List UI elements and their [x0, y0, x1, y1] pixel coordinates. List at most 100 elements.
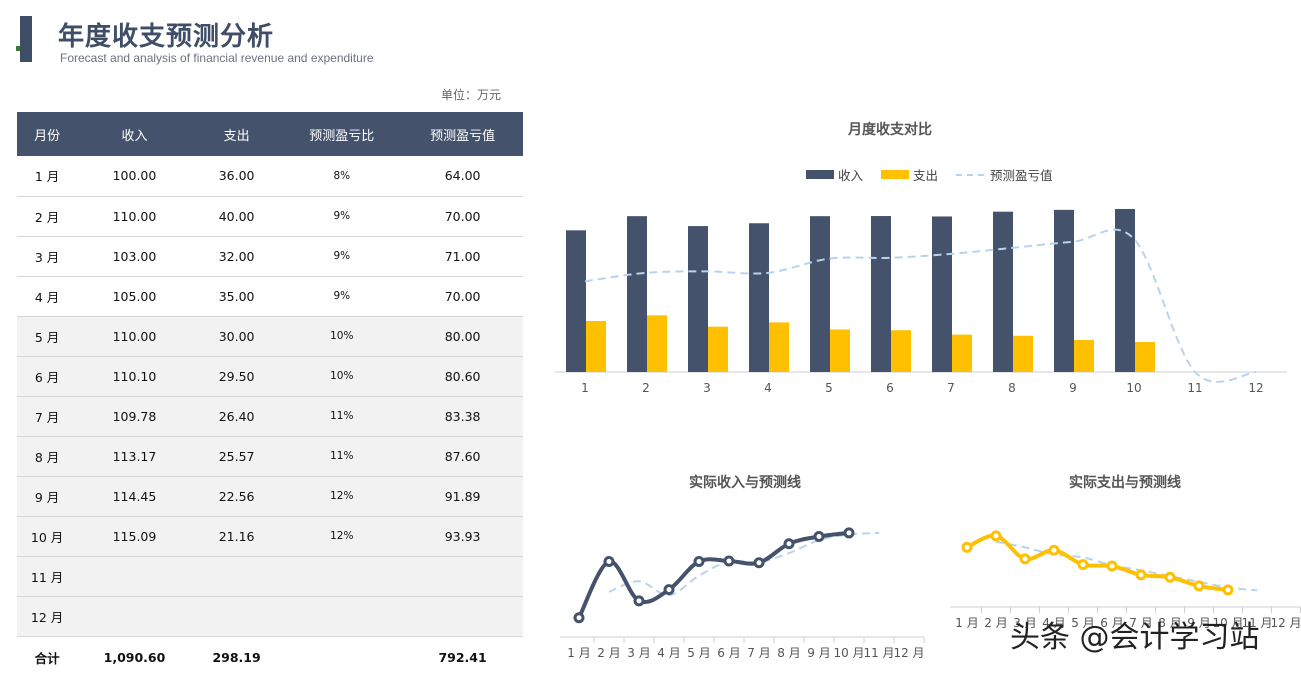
- table-row: 8 月 113.17 25.57 11% 87.60: [17, 436, 523, 477]
- data-point: [1077, 559, 1089, 571]
- x-tick-label: 4: [764, 381, 772, 395]
- x-tick-label: 2: [642, 381, 650, 395]
- cell-income: 105.00: [77, 276, 192, 317]
- x-tick-label: 12: [1248, 381, 1263, 395]
- col-header-ratio: 预测盈亏比: [281, 112, 403, 156]
- cell-income: 110.00: [77, 316, 192, 357]
- cell-value: 70.00: [402, 276, 523, 317]
- expense-bar: [647, 315, 667, 372]
- col-header-value: 预测盈亏值: [402, 112, 523, 156]
- cell-month: 1 月: [17, 156, 78, 197]
- table-row: 9 月 114.45 22.56 12% 91.89: [17, 476, 523, 517]
- x-tick-label: 7: [947, 381, 955, 395]
- x-tick-label: 5 月: [687, 646, 710, 660]
- data-point: [723, 555, 735, 567]
- cell-value: 80.60: [402, 356, 523, 397]
- forecast-table: 月份 收入 支出 预测盈亏比 预测盈亏值 1 月 100.00 36.00 8% 64.…: [17, 112, 523, 678]
- legend-item-expense: 支出: [881, 165, 938, 184]
- cell-value: 83.38: [402, 396, 523, 437]
- x-tick-label: 2 月: [597, 646, 620, 660]
- cell-month: 11 月: [17, 556, 78, 597]
- cell-month: 6 月: [17, 356, 78, 397]
- cell-income: [77, 596, 192, 637]
- cell-ratio: 11%: [281, 396, 403, 437]
- data-point: [693, 556, 705, 568]
- table-row: 12 月: [17, 596, 523, 637]
- x-tick-label: 6: [886, 381, 894, 395]
- cell-month: 4 月: [17, 276, 78, 317]
- cell-month: 7 月: [17, 396, 78, 437]
- cell-month: 10 月: [17, 516, 78, 557]
- x-tick-label: 10: [1126, 381, 1141, 395]
- data-point: [753, 557, 765, 569]
- cell-value: 80.00: [402, 316, 523, 357]
- data-point: [1164, 571, 1176, 583]
- x-tick-label: 3: [703, 381, 711, 395]
- legend-swatch-expense: [881, 170, 910, 179]
- cell-income: 103.00: [77, 236, 192, 277]
- table-row: 10 月 115.09 21.16 12% 93.93: [17, 516, 523, 557]
- cell-expense: 30.00: [191, 316, 282, 357]
- income-bar: [688, 226, 708, 372]
- cell-value: 70.00: [402, 196, 523, 237]
- cell-ratio: [281, 556, 403, 597]
- cell-value: 87.60: [402, 436, 523, 477]
- expense-bar: [952, 334, 972, 372]
- expense-bar: [891, 330, 911, 372]
- x-tick-label: 1 月: [955, 616, 978, 630]
- cell-expense: 22.56: [191, 476, 282, 517]
- cell-income: [77, 556, 192, 597]
- expense-chart-title: 实际支出与预测线: [1069, 475, 1181, 491]
- col-header-expense: 支出: [191, 112, 282, 156]
- x-tick-label: 1: [581, 381, 589, 395]
- x-tick-label: 7 月: [747, 646, 770, 660]
- data-point: [1106, 560, 1118, 572]
- x-tick-label: 8: [1008, 381, 1016, 395]
- monthly-bar-chart: 1 2 3 4 5 6 7 8 9 10 11 12: [555, 208, 1287, 395]
- data-point: [813, 531, 825, 543]
- x-tick-label: 12 月: [1270, 616, 1301, 630]
- table-row: 2 月 110.00 40.00 9% 70.00: [17, 196, 523, 237]
- cell-income: 100.00: [77, 156, 192, 197]
- table-row: 5 月 110.00 30.00 10% 80.00: [17, 316, 523, 357]
- title-accent-bar: [20, 16, 32, 62]
- table-row: 1 月 100.00 36.00 8% 64.00: [17, 156, 523, 197]
- legend-label-expense: 支出: [913, 168, 939, 183]
- total-cell: 1,090.60: [77, 635, 192, 678]
- legend-item-income: 收入: [806, 165, 863, 184]
- bar-chart-legend: 收入 支出 预测盈亏值: [806, 165, 1071, 184]
- data-point: [663, 584, 675, 596]
- x-tick-label: 6 月: [717, 646, 740, 660]
- expense-bar: [830, 329, 850, 372]
- data-point: [843, 527, 855, 539]
- cell-ratio: 10%: [281, 356, 403, 397]
- cell-month: 12 月: [17, 596, 78, 637]
- cell-ratio: 9%: [281, 196, 403, 237]
- cell-expense: [191, 596, 282, 637]
- total-cell: 792.41: [402, 635, 523, 678]
- x-tick-label: 12 月: [893, 646, 924, 660]
- data-point: [1222, 584, 1234, 596]
- table-row: 4 月 105.00 35.00 9% 70.00: [17, 276, 523, 317]
- cell-value: [402, 556, 523, 597]
- income-bar: [566, 230, 586, 372]
- cell-income: 115.09: [77, 516, 192, 557]
- expense-bar: [769, 322, 789, 372]
- page-subtitle: Forecast and analysis of financial reven…: [60, 51, 374, 65]
- legend-label-forecast: 预测盈亏值: [990, 168, 1053, 183]
- cell-value: [402, 596, 523, 637]
- x-tick-label: 4 月: [657, 646, 680, 660]
- income-chart-title: 实际收入与预测线: [689, 475, 801, 491]
- table-total-row: 合计 1,090.60 298.19 792.41: [17, 635, 523, 678]
- unit-label: 单位：万元: [441, 88, 502, 102]
- data-point: [603, 556, 615, 568]
- cell-value: 64.00: [402, 156, 523, 197]
- income-line-chart: 1 月 2 月 3 月 4 月 5 月 6 月 7 月 8 月 9 月 10 月11 月12 月: [560, 527, 925, 660]
- cell-expense: 26.40: [191, 396, 282, 437]
- legend-label-income: 收入: [838, 168, 864, 183]
- cell-month: 9 月: [17, 476, 78, 517]
- cell-value: 93.93: [402, 516, 523, 557]
- income-bar: [627, 216, 647, 372]
- table-row: 3 月 103.00 32.00 9% 71.00: [17, 236, 523, 277]
- income-bar: [1054, 209, 1074, 372]
